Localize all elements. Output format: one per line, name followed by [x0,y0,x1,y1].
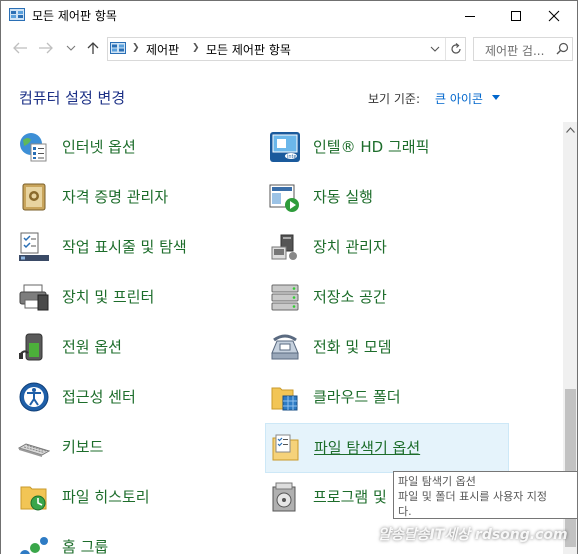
item-power-options[interactable]: 전원 옵션 [18,327,238,367]
tooltip: 파일 탐색기 옵션 파일 및 폴더 표시를 사용자 지정 다. [393,471,578,519]
arrow-left-icon [13,42,27,54]
tooltip-description-end: 다. [398,505,412,518]
item-label: 파일 탐색기 옵션 [314,439,421,457]
device-manager-icon [271,234,297,260]
taskbar-icon [19,232,49,261]
item-storage-spaces[interactable]: 저장소 공간 [269,277,489,317]
file-explorer-options-icon [272,434,299,461]
maximize-icon [511,11,521,21]
autoplay-icon [269,184,299,212]
content-header: 컴퓨터 설정 변경 보기 기준: 큰 아이콘 [0,64,578,122]
refresh-button[interactable] [445,38,465,60]
item-label: 인텔® HD 그래픽 [313,138,430,156]
item-file-history[interactable]: 파일 히스토리 [18,477,238,517]
power-options-icon [19,333,43,361]
item-device-manager[interactable]: 장치 관리자 [269,227,489,267]
page-title: 컴퓨터 설정 변경 [19,89,126,107]
item-phone-modem[interactable]: 전화 및 모뎀 [269,327,489,367]
arrow-right-icon [39,42,53,54]
caret-down-icon[interactable] [492,95,500,100]
item-label: 전화 및 모뎀 [313,338,392,356]
close-button[interactable] [531,1,577,31]
item-label: 저장소 공간 [313,288,387,306]
refresh-icon [450,43,461,54]
breadcrumb-control-panel[interactable]: 제어판 [146,41,179,58]
svg-text:intel: intel [287,154,298,160]
up-button[interactable] [83,40,103,56]
address-dropdown-button[interactable] [426,38,444,60]
window-title: 모든 제어판 항목 [32,9,117,23]
item-label: 장치 관리자 [313,238,387,256]
item-label: 인터넷 옵션 [62,138,136,156]
search-placeholder: 제어판 검... [485,44,545,58]
item-keyboard[interactable]: 키보드 [18,427,238,467]
internet-options-icon [20,133,47,162]
intel-graphics-icon: intel [270,132,300,162]
item-label: 전원 옵션 [62,338,122,356]
control-panel-icon [110,42,126,54]
minimize-button[interactable] [447,1,493,31]
tooltip-title: 파일 탐색기 옵션 [398,475,476,488]
arrow-up-icon [87,42,99,54]
item-label: 접근성 센터 [62,388,136,406]
address-box[interactable]: ❯ 제어판 ❯ 모든 제어판 항목 [107,37,466,61]
address-bar-row: ❯ 제어판 ❯ 모든 제어판 항목 제어판 검... [0,31,578,64]
ease-of-access-icon [19,382,49,412]
file-history-icon [20,486,47,511]
minimize-icon [465,16,475,17]
homegroup-icon [20,537,48,554]
storage-spaces-icon [271,284,299,311]
breadcrumb-all-items[interactable]: 모든 제어판 항목 [206,41,291,58]
recent-locations-button[interactable] [61,40,81,56]
item-label: 작업 표시줄 및 탐색 [62,238,187,256]
devices-printers-icon [19,284,49,311]
forward-button[interactable] [36,40,56,56]
item-label: 자격 증명 관리자 [62,188,169,206]
item-label: 파일 히스토리 [62,488,150,506]
search-icon [556,42,569,55]
item-ease-of-access[interactable]: 접근성 센터 [18,377,238,417]
title-bar: 모든 제어판 항목 [0,0,578,31]
view-by-label: 보기 기준: [368,92,421,106]
item-autoplay[interactable]: 자동 실행 [269,177,489,217]
breadcrumb-separator-icon[interactable]: ❯ [132,43,140,53]
item-intel-graphics[interactable]: intel 인텔® HD 그래픽 [269,127,489,167]
back-button[interactable] [10,40,30,56]
item-label: 키보드 [62,438,104,456]
programs-features-icon [272,482,296,512]
breadcrumb-separator-icon[interactable]: ❯ [192,43,200,53]
chevron-down-icon [66,45,76,51]
control-panel-icon [9,8,25,21]
item-label: 프로그램 및 [313,488,387,506]
item-taskbar-navigation[interactable]: 작업 표시줄 및 탐색 [18,227,238,267]
chevron-down-icon [430,46,440,52]
keyboard-icon [18,443,50,457]
item-credential-manager[interactable]: 자격 증명 관리자 [18,177,238,217]
close-icon [548,10,560,22]
tooltip-description: 파일 및 폴더 표시를 사용자 지정 [398,490,548,503]
item-label: 홈 그룹 [62,538,109,554]
scroll-up-icon[interactable] [566,127,575,133]
item-cloud-folder[interactable]: 클라우드 폴더 [269,377,489,417]
cloud-folder-icon [271,387,298,411]
item-label: 자동 실행 [313,188,373,206]
item-label: 장치 및 프린터 [62,288,155,306]
item-file-explorer-options[interactable]: 파일 탐색기 옵션 [265,423,509,473]
search-input[interactable]: 제어판 검... [473,37,573,61]
item-internet-options[interactable]: 인터넷 옵션 [18,127,238,167]
item-label: 클라우드 폴더 [313,388,401,406]
item-devices-printers[interactable]: 장치 및 프린터 [18,277,238,317]
watermark: 얄송달송IT세상 rdsong.com [378,527,568,543]
phone-modem-icon [271,334,299,360]
credential-manager-icon [22,183,46,211]
item-homegroup[interactable]: 홈 그룹 [18,527,238,554]
view-by-dropdown[interactable]: 큰 아이콘 [435,90,483,107]
